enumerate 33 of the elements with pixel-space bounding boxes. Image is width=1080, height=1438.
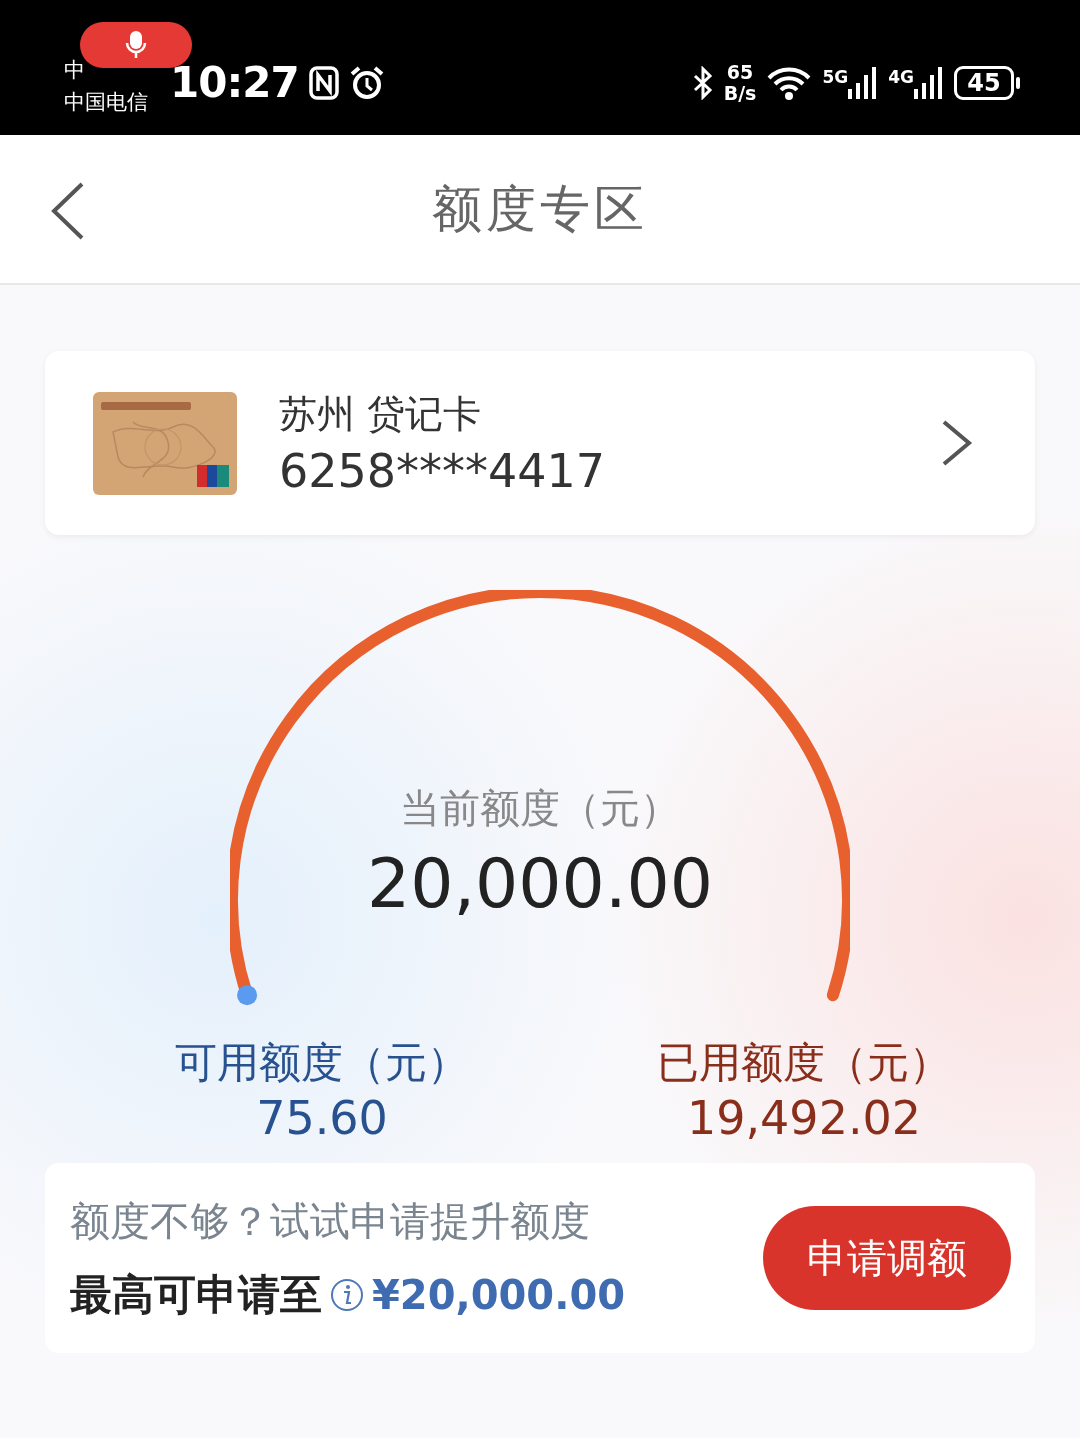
available-limit-value: 75.60 [256, 1091, 388, 1145]
alarm-icon [348, 64, 385, 101]
available-limit-label: 可用额度（元） [175, 1037, 469, 1089]
network-speed: 65 [726, 61, 754, 83]
max-limit-value: ¥20,000.00 [372, 1271, 626, 1318]
clock-time: 10:27 [170, 58, 299, 107]
wifi-icon [766, 65, 813, 100]
carrier-name: 中国电信 [64, 88, 149, 116]
signal-bars-icon [848, 66, 879, 99]
network-type: 5G [822, 66, 849, 87]
apply-adjustment-button[interactable]: 申请调额 [763, 1206, 1011, 1310]
current-limit-value: 20,000.00 [366, 844, 714, 923]
max-limit-label: 最高可申请至 [70, 1268, 322, 1321]
battery-indicator: 45 [954, 65, 1014, 100]
signal-bars-icon [914, 66, 944, 99]
promo-hint: 额度不够？试试申请提升额度 [70, 1196, 591, 1246]
network-type: 4G [888, 66, 914, 87]
nfc-icon [308, 65, 339, 100]
card-number: 6258****4417 [279, 443, 607, 498]
carrier-name: 中 [64, 56, 85, 84]
back-icon[interactable] [50, 181, 86, 241]
used-limit-label: 已用额度（元） [657, 1037, 951, 1089]
card-name: 苏州 贷记卡 [279, 390, 483, 438]
bluetooth-icon [691, 65, 714, 100]
network-speed-unit: B/s [723, 82, 757, 104]
page-title: 额度专区 [432, 178, 648, 240]
current-limit-label: 当前额度（元） [400, 784, 680, 833]
card-selector[interactable]: 苏州 贷记卡 6258****4417 [45, 351, 1035, 535]
info-icon[interactable] [330, 1277, 364, 1312]
chevron-right-icon [941, 419, 973, 467]
used-limit-value: 19,492.02 [686, 1091, 922, 1145]
gauge-start-dot [237, 985, 258, 1006]
microphone-icon [125, 29, 147, 60]
